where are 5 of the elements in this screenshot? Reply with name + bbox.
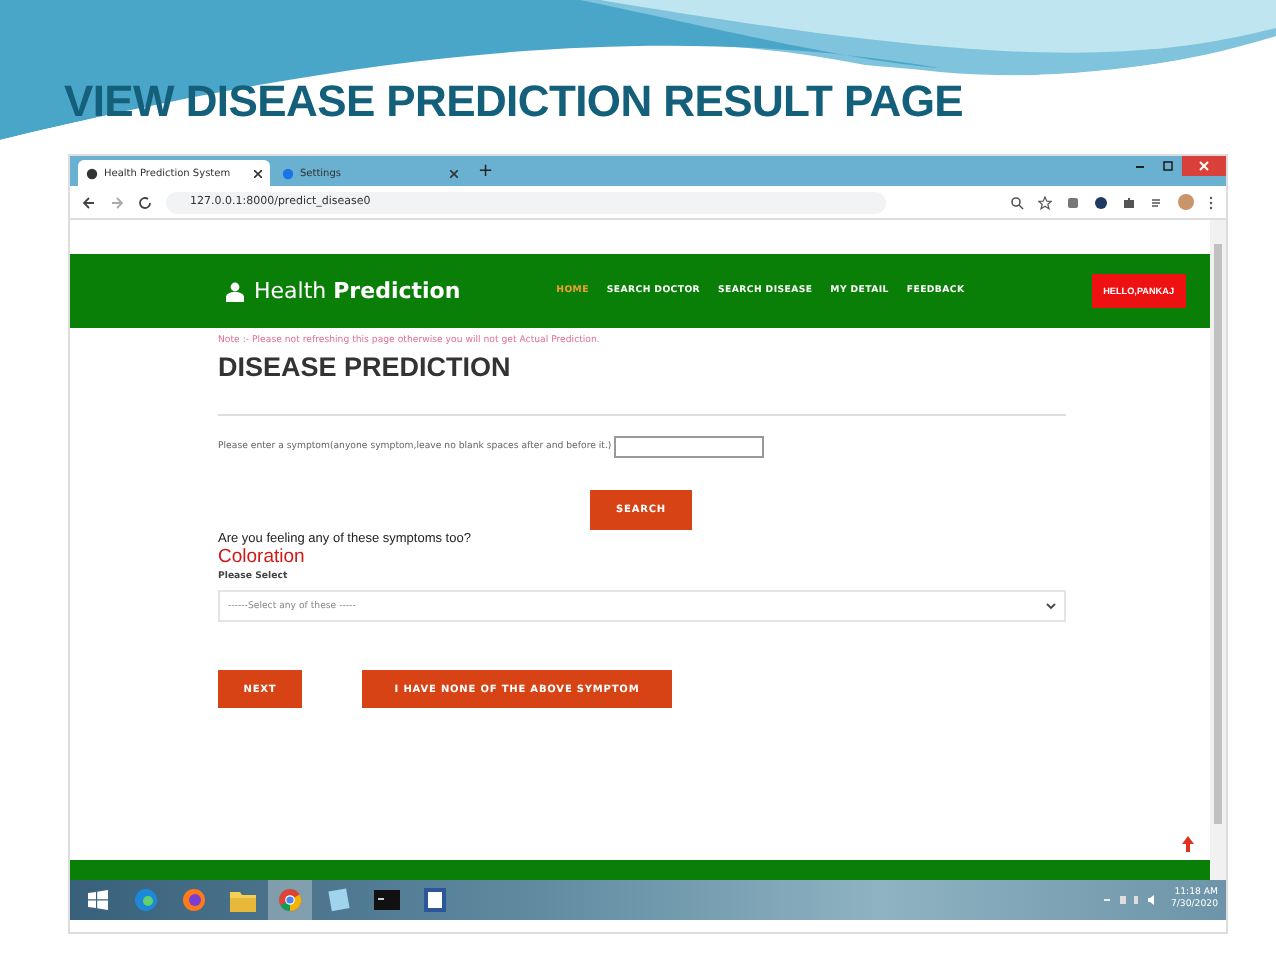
slide-title: VIEW DISEASE PREDICTION RESULT PAGE [64,76,964,128]
symptom-name: Coloration [218,546,307,568]
brand-name[interactable]: Health Prediction [254,278,461,304]
page-heading: DISEASE PREDICTION [218,352,513,382]
new-tab-button[interactable]: + [478,161,494,181]
